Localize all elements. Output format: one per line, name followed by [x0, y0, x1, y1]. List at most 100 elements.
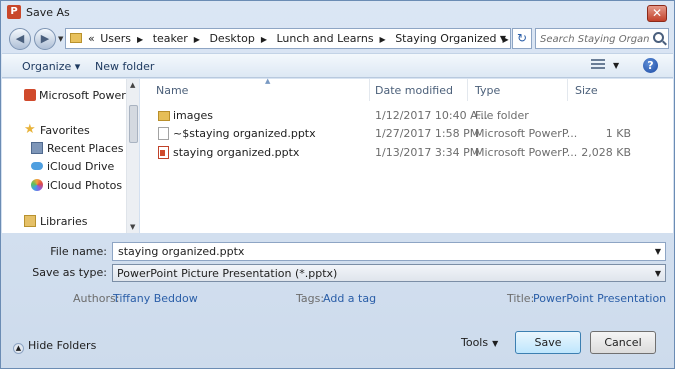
nav-item-icloud-drive[interactable]: iCloud Drive	[2, 157, 126, 175]
authors-value[interactable]: Tiffany Beddow	[113, 292, 198, 305]
column-header-label: Name	[156, 84, 189, 97]
chevron-down-icon[interactable]: ▼	[655, 247, 661, 256]
file-name-field[interactable]: staying organized.pptx ▼	[112, 242, 666, 261]
file-type: File folder	[475, 109, 529, 122]
nav-item-label: Recent Places	[47, 142, 124, 155]
organize-button[interactable]: Organize ▾	[22, 60, 80, 73]
file-name: ~$staying organized.pptx	[173, 127, 316, 140]
refresh-icon: ↻	[516, 31, 528, 45]
file-name-value[interactable]: staying organized.pptx	[118, 245, 244, 258]
tools-button[interactable]: Tools ▼	[461, 336, 498, 349]
nav-item-icloud-photos[interactable]: iCloud Photos	[2, 176, 126, 194]
breadcrumb-lunch-and-learns[interactable]: Lunch and Learns	[276, 32, 373, 45]
breadcrumb-overflow[interactable]: «	[88, 32, 95, 45]
column-header-name[interactable]: ▲ Name	[148, 77, 370, 101]
nav-item-recent-places[interactable]: Recent Places	[2, 139, 126, 157]
search-box[interactable]	[535, 28, 669, 49]
change-view-icon[interactable]	[591, 59, 605, 71]
column-header-label: Type	[475, 84, 501, 97]
views-dropdown[interactable]: ▼	[613, 61, 619, 70]
scroll-down-icon[interactable]: ▼	[130, 223, 135, 231]
table-row[interactable]: staying organized.pptx 1/13/2017 3:34 PM…	[140, 143, 673, 162]
title-label: Title:	[507, 292, 535, 305]
pptx-file-icon	[158, 146, 169, 159]
save-as-type-label: Save as type:	[32, 266, 107, 279]
recent-locations-dropdown[interactable]: ▼	[58, 35, 63, 43]
temp-file-icon	[158, 127, 169, 140]
new-folder-button[interactable]: New folder	[95, 60, 154, 73]
forward-arrow-icon: ▶	[40, 32, 50, 45]
chevron-down-icon[interactable]: ▼	[655, 269, 661, 278]
chevron-right-icon[interactable]: ▶	[137, 35, 143, 44]
navigation-pane: Microsoft PowerPoint ★ Favorites Recent …	[2, 79, 139, 233]
forward-button[interactable]: ▶	[34, 28, 56, 50]
title-bar: P Save As ✕	[1, 1, 674, 25]
breadcrumb-staying-organized[interactable]: Staying Organized	[395, 32, 496, 45]
chevron-right-icon[interactable]: ▶	[380, 35, 386, 44]
file-date: 1/27/2017 1:58 PM	[375, 127, 480, 140]
tags-value[interactable]: Add a tag	[323, 292, 376, 305]
file-name: staying organized.pptx	[173, 146, 300, 159]
nav-item-label: Favorites	[40, 124, 90, 137]
nav-item-microsoft-powerpoint[interactable]: Microsoft PowerPoint	[2, 86, 126, 104]
chevron-down-icon[interactable]: ▼	[500, 34, 506, 43]
folder-icon	[70, 33, 82, 43]
file-date: 1/12/2017 10:40 A...	[375, 109, 488, 122]
powerpoint-app-icon: P	[7, 5, 21, 19]
file-size: 2,028 KB	[581, 146, 631, 159]
save-as-type-select[interactable]: PowerPoint Picture Presentation (*.pptx)…	[112, 264, 666, 282]
search-icon[interactable]	[653, 32, 664, 43]
back-button[interactable]: ◀	[9, 28, 31, 50]
breadcrumb-users[interactable]: Users	[100, 32, 131, 45]
nav-item-favorites[interactable]: ★ Favorites	[2, 121, 126, 139]
search-input[interactable]	[540, 31, 650, 47]
cancel-button[interactable]: Cancel	[590, 331, 656, 354]
nav-item-label: Microsoft PowerPoint	[39, 89, 126, 102]
help-icon[interactable]: ?	[643, 58, 658, 73]
close-button[interactable]: ✕	[647, 5, 667, 22]
breadcrumb: « Users ▶ teaker ▶ Desktop ▶ Lunch and Lear…	[88, 32, 515, 45]
tools-label: Tools	[461, 336, 489, 349]
chevron-right-icon[interactable]: ▶	[194, 35, 200, 44]
libraries-icon	[24, 215, 36, 227]
chevron-right-icon[interactable]: ▶	[261, 35, 267, 44]
address-bar[interactable]: « Users ▶ teaker ▶ Desktop ▶ Lunch and Lear…	[65, 28, 511, 49]
file-date: 1/13/2017 3:34 PM	[375, 146, 480, 159]
recent-places-icon	[31, 142, 43, 154]
nav-pane-scrollbar[interactable]: ▲ ▼	[126, 79, 139, 233]
collapse-up-icon: ▲	[13, 343, 24, 354]
close-icon: ✕	[651, 6, 663, 20]
folder-icon	[158, 111, 170, 121]
column-header-size[interactable]: Size	[567, 79, 637, 101]
column-header-label: Date modified	[375, 84, 453, 97]
scrollbar-thumb[interactable]	[129, 105, 138, 143]
command-toolbar: Organize ▾ New folder ▼ ?	[2, 53, 673, 78]
hide-folders-button[interactable]: ▲ Hide Folders	[13, 339, 96, 354]
title-value[interactable]: PowerPoint Presentation	[533, 292, 666, 305]
column-header-date-modified[interactable]: Date modified	[367, 79, 468, 101]
save-button[interactable]: Save	[515, 331, 581, 354]
file-name-label: File name:	[50, 245, 107, 258]
file-type: Microsoft PowerP...	[475, 146, 578, 159]
file-name: images	[173, 109, 213, 122]
icloud-icon	[31, 162, 43, 170]
file-size: 1 KB	[605, 127, 631, 140]
sort-ascending-icon: ▲	[265, 77, 271, 85]
nav-item-libraries[interactable]: Libraries	[2, 212, 126, 230]
window-title: Save As	[26, 6, 70, 19]
file-list: ▲ Name Date modified Type Size images 1/…	[140, 77, 673, 233]
save-as-dialog: P Save As ✕ ◀ ▶ ▼ « Users ▶ teaker ▶ Deskt…	[0, 0, 675, 369]
table-row[interactable]: ~$staying organized.pptx 1/27/2017 1:58 …	[140, 124, 673, 143]
breadcrumb-desktop[interactable]: Desktop	[209, 32, 254, 45]
tags-label: Tags:	[296, 292, 325, 305]
star-icon: ★	[24, 122, 36, 137]
nav-item-label: iCloud Photos	[47, 179, 123, 192]
icloud-photos-icon	[31, 179, 43, 191]
column-header-type[interactable]: Type	[467, 79, 568, 101]
chevron-down-icon: ▼	[492, 339, 499, 348]
scroll-up-icon[interactable]: ▲	[130, 81, 135, 89]
back-arrow-icon: ◀	[15, 32, 25, 45]
breadcrumb-teaker[interactable]: teaker	[153, 32, 188, 45]
table-row[interactable]: images 1/12/2017 10:40 A... File folder	[140, 106, 673, 125]
refresh-button[interactable]: ↻	[512, 28, 532, 49]
